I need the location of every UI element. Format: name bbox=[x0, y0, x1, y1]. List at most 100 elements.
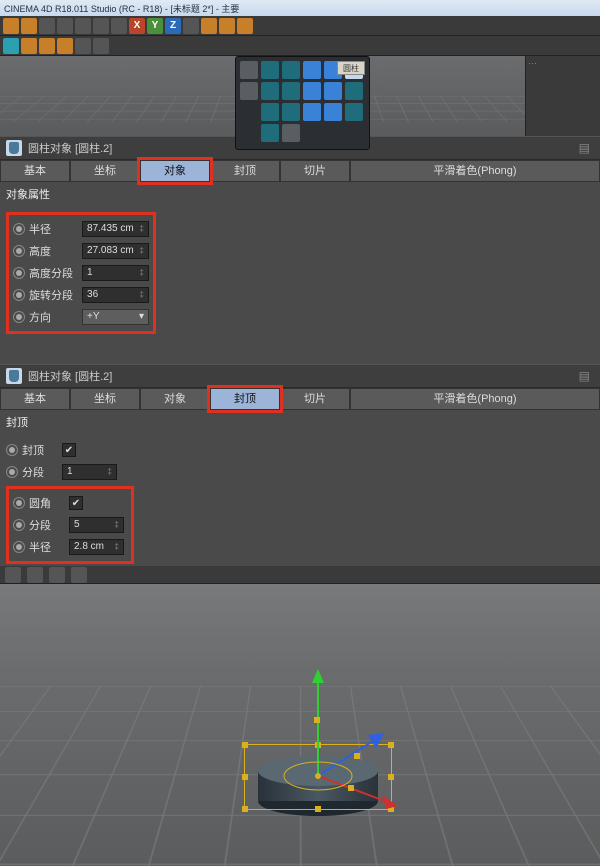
sphere-icon[interactable] bbox=[282, 61, 300, 79]
tab-coord[interactable]: 坐标 bbox=[70, 388, 140, 410]
radio-icon[interactable] bbox=[6, 466, 18, 478]
tab-caps[interactable]: 封顶 bbox=[210, 160, 280, 182]
mode-texture-icon[interactable] bbox=[75, 38, 91, 54]
viewport-perspective-small[interactable]: 圆柱 ··· bbox=[0, 56, 600, 136]
tool-scale-icon[interactable] bbox=[75, 18, 91, 34]
tab-phong[interactable]: 平滑着色(Phong) bbox=[350, 388, 600, 410]
radio-icon[interactable] bbox=[6, 444, 18, 456]
vp-camera-icon[interactable] bbox=[5, 567, 21, 583]
tool-renderregion-icon[interactable] bbox=[219, 18, 235, 34]
tool-undo-icon[interactable] bbox=[3, 18, 19, 34]
plane-icon[interactable] bbox=[282, 82, 300, 100]
input-capseg[interactable]: 1‡ bbox=[62, 464, 117, 480]
popup-history-icon[interactable] bbox=[240, 61, 258, 79]
attributes-panel-caps: 圆柱对象 [圆柱.2] ▤ 基本 坐标 对象 封顶 切片 平滑着色(Phong)… bbox=[0, 364, 600, 566]
label-orient: 方向 bbox=[29, 309, 82, 325]
mode-edge-icon[interactable] bbox=[39, 38, 55, 54]
tube-icon[interactable] bbox=[324, 82, 342, 100]
mode-workplane-icon[interactable] bbox=[93, 38, 109, 54]
primitive-popup: 圆柱 bbox=[235, 56, 370, 150]
object-manager-stub[interactable]: ··· bbox=[525, 56, 600, 136]
vp-display-icon[interactable] bbox=[27, 567, 43, 583]
cylinder-object-icon bbox=[6, 140, 22, 156]
panel-header-text: 圆柱对象 [圆柱.2] bbox=[28, 140, 112, 156]
label-frad: 半径 bbox=[29, 539, 69, 555]
input-height[interactable]: 27.083 cm‡ bbox=[82, 243, 149, 259]
figure-icon[interactable] bbox=[324, 103, 342, 121]
disc-icon[interactable] bbox=[261, 82, 279, 100]
vp-filter-icon[interactable] bbox=[71, 567, 87, 583]
panel-header-text: 圆柱对象 [圆柱.2] bbox=[28, 368, 112, 384]
vp-options-icon[interactable] bbox=[49, 567, 65, 583]
input-radius[interactable]: 87.435 cm‡ bbox=[82, 221, 149, 237]
mode-point-icon[interactable] bbox=[21, 38, 37, 54]
panel-menu-icon[interactable]: ▤ bbox=[579, 141, 594, 155]
tab-slice[interactable]: 切片 bbox=[280, 160, 350, 182]
attributes-panel-object: 圆柱对象 [圆柱.2] ▤ 基本 坐标 对象 封顶 切片 平滑着色(Phong)… bbox=[0, 136, 600, 344]
tab-caps[interactable]: 封顶 bbox=[210, 388, 280, 410]
cone-icon[interactable] bbox=[303, 61, 321, 79]
axis-x-toggle[interactable]: X bbox=[129, 18, 145, 34]
input-frad[interactable]: 2.8 cm‡ bbox=[69, 539, 124, 555]
radio-icon[interactable] bbox=[13, 497, 25, 509]
panel-menu-icon[interactable]: ▤ bbox=[579, 369, 594, 383]
capsule-icon[interactable] bbox=[261, 103, 279, 121]
tab-object[interactable]: 对象 bbox=[140, 388, 210, 410]
popup-cylinder-label[interactable]: 圆柱 bbox=[337, 61, 365, 75]
radio-icon[interactable] bbox=[13, 267, 25, 279]
relief-icon[interactable] bbox=[261, 124, 279, 142]
mode-model-icon[interactable] bbox=[3, 38, 19, 54]
secondary-toolbar bbox=[0, 36, 600, 56]
tab-object[interactable]: 对象 bbox=[140, 160, 210, 182]
tab-coord[interactable]: 坐标 bbox=[70, 160, 140, 182]
radio-icon[interactable] bbox=[13, 311, 25, 323]
tab-slice[interactable]: 切片 bbox=[280, 388, 350, 410]
landscape-icon[interactable] bbox=[345, 103, 363, 121]
radio-icon[interactable] bbox=[13, 541, 25, 553]
gizmo-y-arrow-icon[interactable] bbox=[312, 669, 324, 683]
viewport-perspective-main[interactable] bbox=[0, 566, 600, 866]
panel-header: 圆柱对象 [圆柱.2] ▤ bbox=[0, 364, 600, 388]
input-rseg[interactable]: 36‡ bbox=[82, 287, 149, 303]
radio-icon[interactable] bbox=[13, 289, 25, 301]
tool-render-icon[interactable] bbox=[201, 18, 217, 34]
bezier-icon[interactable] bbox=[282, 124, 300, 142]
input-fseg[interactable]: 5‡ bbox=[69, 517, 124, 533]
oiltank-icon[interactable] bbox=[282, 103, 300, 121]
cube-icon[interactable] bbox=[261, 61, 279, 79]
tool-redo-icon[interactable] bbox=[21, 18, 37, 34]
dropdown-orient[interactable]: +Y▾ bbox=[82, 309, 149, 325]
label-fillet: 圆角 bbox=[29, 495, 69, 511]
label-caps: 封顶 bbox=[22, 442, 62, 458]
axis-y-toggle[interactable]: Y bbox=[147, 18, 163, 34]
selection-bounding-box bbox=[244, 744, 392, 810]
tool-select-icon[interactable] bbox=[39, 18, 55, 34]
tool-rotate-icon[interactable] bbox=[93, 18, 109, 34]
checkbox-caps[interactable]: ✔ bbox=[62, 443, 76, 457]
label-radius: 半径 bbox=[29, 221, 82, 237]
tab-basic[interactable]: 基本 bbox=[0, 160, 70, 182]
checkbox-fillet[interactable]: ✔ bbox=[69, 496, 83, 510]
tool-rendersettings-icon[interactable] bbox=[237, 18, 253, 34]
panel1-tabs: 基本 坐标 对象 封顶 切片 平滑着色(Phong) bbox=[0, 160, 600, 182]
tab-phong[interactable]: 平滑着色(Phong) bbox=[350, 160, 600, 182]
tool-move-icon[interactable] bbox=[57, 18, 73, 34]
viewport-toolbar bbox=[0, 566, 600, 584]
radio-icon[interactable] bbox=[13, 519, 25, 531]
axis-z-toggle[interactable]: Z bbox=[165, 18, 181, 34]
tab-basic[interactable]: 基本 bbox=[0, 388, 70, 410]
pyramid-icon[interactable] bbox=[303, 82, 321, 100]
label-height: 高度 bbox=[29, 243, 82, 259]
cylinder-object-icon bbox=[6, 368, 22, 384]
tool-coords-icon[interactable] bbox=[183, 18, 199, 34]
mode-poly-icon[interactable] bbox=[57, 38, 73, 54]
popup-opt-icon[interactable] bbox=[240, 82, 258, 100]
label-hseg: 高度分段 bbox=[29, 265, 82, 281]
torus-icon[interactable] bbox=[345, 82, 363, 100]
radio-icon[interactable] bbox=[13, 223, 25, 235]
input-hseg[interactable]: 1‡ bbox=[82, 265, 149, 281]
radio-icon[interactable] bbox=[13, 245, 25, 257]
tool-lastused-icon[interactable] bbox=[111, 18, 127, 34]
label-capseg: 分段 bbox=[22, 464, 62, 480]
platonic-icon[interactable] bbox=[303, 103, 321, 121]
